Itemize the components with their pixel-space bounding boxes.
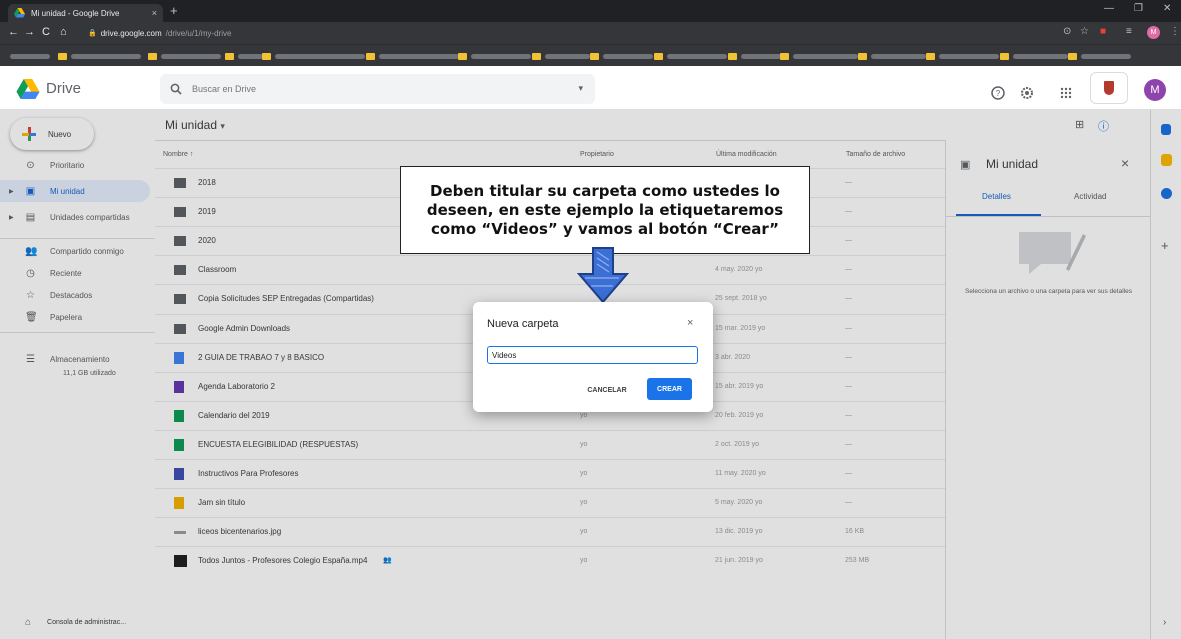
- bookmark-item[interactable]: [590, 51, 653, 61]
- url-path: /drive/u/1/my-drive: [165, 28, 232, 38]
- bookmark-star-icon[interactable]: ☆: [1080, 26, 1089, 37]
- drive-header: Drive ▾ ?: [0, 66, 1181, 110]
- drive-brand[interactable]: Drive: [46, 80, 81, 97]
- bookmark-item[interactable]: [780, 51, 858, 61]
- forward-icon[interactable]: →: [24, 26, 35, 38]
- bookmark-item[interactable]: [858, 51, 926, 61]
- bookmark-item[interactable]: [1068, 51, 1131, 61]
- search-bar[interactable]: ▾: [160, 74, 595, 104]
- browser-tab[interactable]: Mi unidad - Google Drive ×: [8, 4, 163, 22]
- drive-favicon-icon: [14, 8, 25, 18]
- extension-icon[interactable]: ■: [1100, 26, 1106, 37]
- bookmark-item[interactable]: [366, 51, 459, 61]
- search-input[interactable]: [192, 84, 552, 94]
- restore-icon[interactable]: ❐: [1134, 3, 1143, 14]
- tutorial-callout: Deben titular su carpeta como ustedes lo…: [400, 166, 810, 254]
- reload-icon[interactable]: C: [42, 26, 50, 38]
- bookmark-item[interactable]: [58, 51, 141, 61]
- svg-text:?: ?: [996, 89, 1001, 98]
- apps-grid-icon[interactable]: [1058, 85, 1074, 101]
- tutorial-callout-text: Deben titular su carpeta como ustedes lo…: [426, 181, 784, 238]
- tab-close-icon[interactable]: ×: [152, 8, 157, 18]
- extension-icon[interactable]: ⊙: [1063, 26, 1071, 37]
- search-options-icon[interactable]: ▾: [578, 83, 583, 94]
- drive-logo-icon[interactable]: [16, 79, 40, 100]
- minimize-icon[interactable]: —: [1104, 3, 1114, 14]
- bookmark-item[interactable]: [10, 51, 50, 61]
- close-icon[interactable]: ×: [687, 317, 693, 329]
- bookmarks-bar: [0, 44, 1181, 66]
- user-avatar[interactable]: M: [1144, 79, 1166, 101]
- browser-toolbar: ← → C ⌂ 🔒 drive.google.com/drive/u/1/my-…: [0, 22, 1181, 44]
- bookmark-item[interactable]: [148, 51, 221, 61]
- browser-tab-bar: Mi unidad - Google Drive × + — ❐ ✕: [0, 0, 1181, 22]
- media-control-icon[interactable]: ≡: [1126, 26, 1132, 37]
- bookmark-item[interactable]: [1000, 51, 1068, 61]
- new-tab-button[interactable]: +: [170, 3, 178, 18]
- bookmark-item[interactable]: [926, 51, 999, 61]
- school-shield-icon: [1104, 81, 1114, 95]
- back-icon[interactable]: ←: [8, 26, 19, 38]
- home-icon[interactable]: ⌂: [60, 26, 67, 38]
- down-arrow-icon: [576, 247, 630, 304]
- chrome-menu-icon[interactable]: ⋮: [1170, 26, 1180, 37]
- bookmark-item[interactable]: [728, 51, 781, 61]
- chrome-profile-avatar[interactable]: M: [1147, 26, 1160, 39]
- bookmark-item[interactable]: [225, 51, 263, 61]
- url-host: drive.google.com: [100, 28, 162, 38]
- tab-title: Mi unidad - Google Drive: [31, 8, 120, 18]
- organization-logo[interactable]: [1090, 72, 1128, 104]
- settings-gear-icon[interactable]: [1019, 85, 1035, 101]
- create-button[interactable]: CREAR: [647, 378, 692, 400]
- bookmark-item[interactable]: [458, 51, 531, 61]
- folder-name-input[interactable]: [487, 346, 698, 364]
- bookmark-item[interactable]: [654, 51, 727, 61]
- bookmark-item[interactable]: [532, 51, 590, 61]
- new-folder-dialog: Nueva carpeta × CANCELAR CREAR: [473, 302, 713, 412]
- help-icon[interactable]: ?: [990, 85, 1006, 101]
- bookmark-item[interactable]: [262, 51, 365, 61]
- window-close-icon[interactable]: ✕: [1163, 3, 1171, 14]
- search-icon[interactable]: [170, 83, 182, 95]
- address-bar[interactable]: 🔒 drive.google.com/drive/u/1/my-drive: [88, 26, 231, 40]
- lock-icon: 🔒: [88, 30, 97, 37]
- dialog-title: Nueva carpeta: [487, 318, 559, 330]
- cancel-button[interactable]: CANCELAR: [579, 380, 635, 400]
